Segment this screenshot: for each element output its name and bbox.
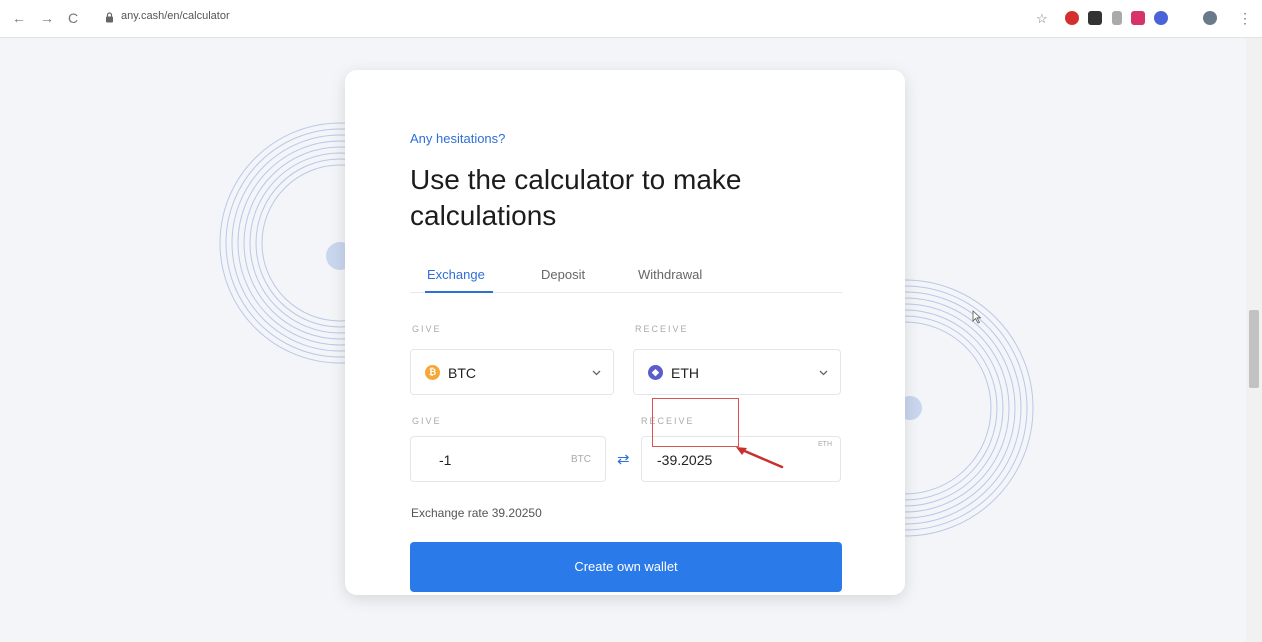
forward-icon[interactable]: →: [40, 10, 54, 26]
chevron-down-icon: [819, 370, 828, 376]
create-wallet-button[interactable]: Create own wallet: [410, 542, 842, 592]
url-text: any.cash/en/calculator: [121, 10, 230, 22]
scrollbar-thumb[interactable]: [1249, 310, 1259, 388]
receive-currency-value: ETH: [671, 365, 699, 381]
bookmark-star-icon[interactable]: ☆: [1036, 11, 1048, 27]
active-tab-indicator: [425, 291, 493, 293]
give-amount-unit: BTC: [571, 454, 591, 465]
page-viewport: Any hesitations? Use the calculator to m…: [0, 38, 1246, 642]
tab-deposit[interactable]: Deposit: [541, 267, 585, 282]
extension-pin-icon[interactable]: [1112, 11, 1122, 25]
card-eyebrow: Any hesitations?: [410, 131, 506, 146]
eth-coin-icon: ◆: [648, 365, 663, 380]
profile-avatar[interactable]: [1203, 11, 1217, 25]
card-title: Use the calculator to make calculations: [410, 164, 742, 231]
chrome-menu-icon[interactable]: ⋮: [1238, 10, 1252, 26]
receive-currency-label: RECEIVE: [635, 324, 689, 334]
give-currency-value: BTC: [448, 365, 476, 381]
receive-amount-value: -39.2025: [657, 452, 713, 468]
tab-withdrawal[interactable]: Withdrawal: [638, 267, 702, 282]
tab-exchange[interactable]: Exchange: [427, 267, 485, 282]
page-scrollbar[interactable]: [1246, 38, 1262, 642]
annotation-arrow-icon: [736, 447, 784, 469]
give-amount-value: -1: [439, 452, 452, 468]
annotation-highlight-box: [652, 398, 739, 447]
calculator-card: Any hesitations? Use the calculator to m…: [345, 70, 905, 595]
mouse-cursor-icon: [972, 310, 982, 324]
extension-grid-icon[interactable]: [1088, 11, 1102, 25]
decorative-rings-right: [900, 279, 1034, 537]
give-currency-select[interactable]: ₿ BTC: [410, 349, 614, 395]
back-icon[interactable]: ←: [12, 10, 26, 26]
give-amount-label: GIVE: [412, 416, 442, 426]
swap-icon[interactable]: ⇄: [617, 450, 630, 468]
btc-coin-icon: ₿: [425, 365, 440, 380]
give-amount-input[interactable]: -1 BTC: [410, 436, 606, 482]
reload-icon[interactable]: C: [68, 10, 78, 26]
browser-toolbar: ← → C any.cash/en/calculator ☆ ⋮: [0, 0, 1262, 38]
receive-amount-unit: ETH: [818, 441, 832, 448]
receive-currency-select[interactable]: ◆ ETH: [633, 349, 841, 395]
calculator-tabs: Exchange Deposit Withdrawal: [410, 259, 842, 293]
exchange-rate-text: Exchange rate 39.20250: [411, 506, 542, 520]
lock-icon: [106, 12, 113, 23]
address-bar[interactable]: any.cash/en/calculator: [95, 6, 1020, 30]
chevron-down-icon: [592, 370, 601, 376]
extension-circle-icon[interactable]: [1154, 11, 1168, 25]
extension-stop-icon[interactable]: [1065, 11, 1079, 25]
extension-flag-icon[interactable]: [1131, 11, 1145, 25]
give-currency-label: GIVE: [412, 324, 442, 334]
